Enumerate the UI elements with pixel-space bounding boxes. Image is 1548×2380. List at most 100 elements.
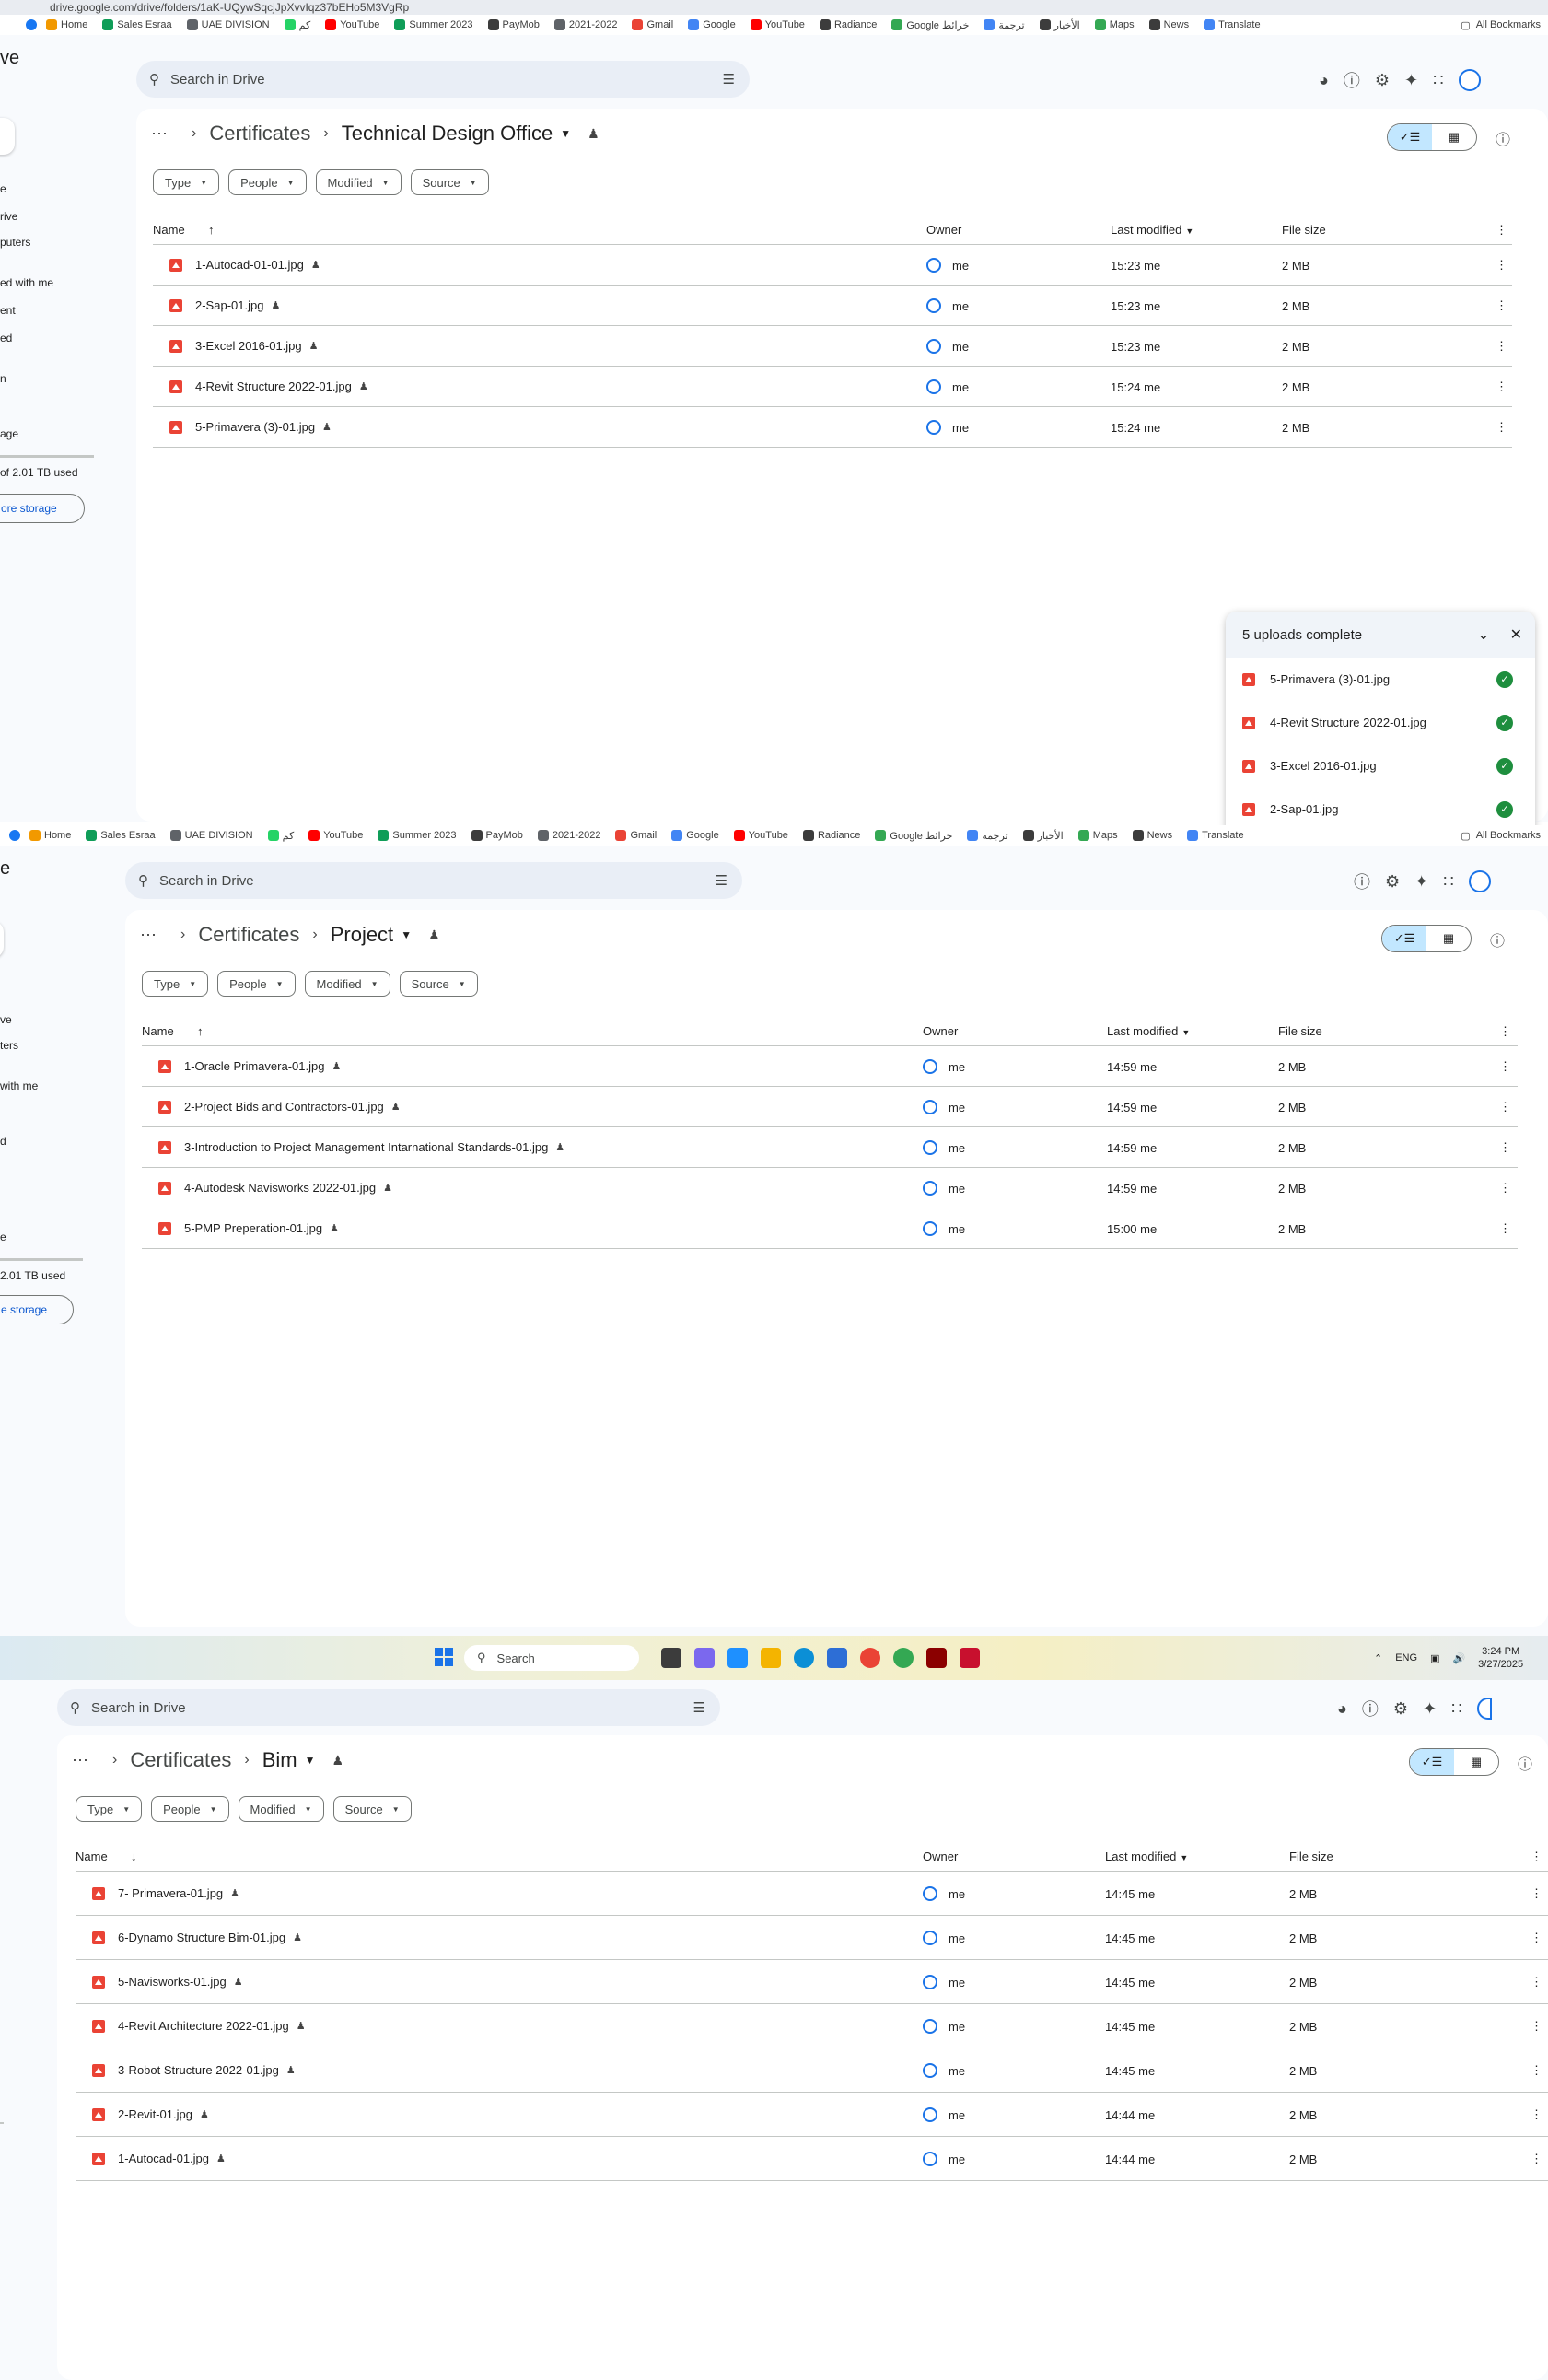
- table-row[interactable]: 2-Revit-01.jpg ♟ me 14:44 me 2 MB ⋮: [76, 2093, 1548, 2137]
- more-vert-icon[interactable]: ⋮: [1531, 1886, 1542, 1901]
- grid-view-icon[interactable]: ▦: [1426, 926, 1471, 951]
- file-name[interactable]: 7- Primavera-01.jpg: [118, 1886, 223, 1900]
- more-path-icon[interactable]: ⋯: [140, 926, 157, 945]
- column-header-name[interactable]: Name: [153, 223, 185, 237]
- bookmark-item[interactable]: 2021-2022: [553, 19, 617, 30]
- sidebar-item-drive[interactable]: rive: [0, 210, 17, 223]
- search-bar[interactable]: ⚲ Search in Drive ☰: [136, 61, 750, 98]
- table-row[interactable]: 2-Sap-01.jpg ♟ me 15:23 me 2 MB ⋮: [153, 286, 1512, 326]
- filter-options-icon[interactable]: ☰: [693, 1699, 705, 1716]
- arrow-down-icon[interactable]: ↓: [131, 1849, 137, 1863]
- bookmark-item[interactable]: News: [1148, 19, 1189, 30]
- filter-chip-modified[interactable]: Modified ▼: [315, 169, 402, 195]
- file-name[interactable]: 5-PMP Preperation-01.jpg: [184, 1221, 322, 1235]
- sidebar-item-bin[interactable]: n: [0, 372, 6, 385]
- file-name-cell[interactable]: 2-Revit-01.jpg ♟: [92, 2107, 209, 2121]
- file-name[interactable]: 1-Autocad-01.jpg: [118, 2152, 209, 2165]
- offline-status-icon[interactable]: ◕: [1337, 1699, 1347, 1719]
- bookmark-item[interactable]: YouTube: [733, 830, 788, 841]
- file-name[interactable]: 2-Revit-01.jpg: [118, 2107, 192, 2121]
- caret-down-icon[interactable]: ▼: [401, 928, 412, 941]
- table-row[interactable]: 5-Primavera (3)-01.jpg ♟ me 15:24 me 2 MB ⋮: [153, 407, 1512, 448]
- file-name[interactable]: 2-Sap-01.jpg: [195, 298, 263, 312]
- gemini-icon[interactable]: ✦: [1404, 71, 1418, 90]
- account-avatar[interactable]: [1458, 69, 1481, 91]
- language-indicator[interactable]: ENG: [1395, 1652, 1417, 1663]
- filter-options-icon[interactable]: ☰: [716, 872, 727, 889]
- file-name-cell[interactable]: 3-Excel 2016-01.jpg ♟: [169, 339, 319, 353]
- filter-chip-modified[interactable]: Modified ▼: [238, 1796, 324, 1822]
- filter-chip-people[interactable]: People ▼: [228, 169, 307, 195]
- sidebar-item-recent[interactable]: ent: [0, 304, 16, 317]
- upload-item[interactable]: 5-Primavera (3)-01.jpg ✓: [1226, 658, 1535, 701]
- more-vert-icon[interactable]: ⋮: [1499, 1024, 1511, 1039]
- file-name-cell[interactable]: 2-Sap-01.jpg ♟: [169, 298, 280, 312]
- search-input[interactable]: Search in Drive: [159, 873, 254, 889]
- file-name[interactable]: 2-Project Bids and Contractors-01.jpg: [184, 1100, 384, 1114]
- bookmark-item[interactable]: 2021-2022: [537, 830, 600, 841]
- file-name-cell[interactable]: 4-Revit Structure 2022-01.jpg ♟: [169, 379, 368, 393]
- file-name-cell[interactable]: 6-Dynamo Structure Bim-01.jpg ♟: [92, 1931, 302, 1944]
- apps-grid-icon[interactable]: ∷: [1443, 872, 1453, 892]
- file-name[interactable]: 4-Revit Architecture 2022-01.jpg: [118, 2019, 289, 2033]
- bookmark-item[interactable]: YouTube: [750, 19, 805, 30]
- file-name-cell[interactable]: 3-Robot Structure 2022-01.jpg ♟: [92, 2063, 296, 2077]
- filter-chip-people[interactable]: People ▼: [217, 971, 296, 997]
- all-bookmarks[interactable]: ▢ All Bookmarks: [1461, 19, 1541, 31]
- bookmark-item[interactable]: Google: [688, 19, 736, 30]
- bookmark-item[interactable]: الأخبار: [1039, 19, 1080, 31]
- more-path-icon[interactable]: ⋯: [151, 124, 168, 144]
- sidebar-item-drive[interactable]: ve: [0, 1013, 12, 1026]
- table-row[interactable]: 4-Revit Structure 2022-01.jpg ♟ me 15:24 me…: [153, 367, 1512, 407]
- column-header-owner[interactable]: Owner: [923, 1849, 958, 1863]
- file-name[interactable]: 1-Oracle Primavera-01.jpg: [184, 1059, 324, 1073]
- filter-chip-type[interactable]: Type ▼: [76, 1796, 143, 1822]
- bookmark-item[interactable]: Translate: [1204, 19, 1261, 30]
- settings-icon[interactable]: ⚙: [1375, 71, 1390, 90]
- file-name-cell[interactable]: 1-Autocad-01.jpg ♟: [92, 2152, 226, 2165]
- filter-chip-source[interactable]: Source ▼: [399, 971, 478, 997]
- breadcrumb-current[interactable]: Project: [331, 923, 393, 947]
- search-input[interactable]: Search in Drive: [91, 1700, 186, 1716]
- bookmark-item[interactable]: ترجمة: [984, 19, 1025, 31]
- edge-icon[interactable]: [794, 1648, 814, 1668]
- account-avatar[interactable]: [1476, 1698, 1492, 1720]
- file-name[interactable]: 5-Navisworks-01.jpg: [118, 1975, 227, 1989]
- bookmark-item[interactable]: News: [1132, 830, 1172, 841]
- gemini-icon[interactable]: ✦: [1414, 872, 1428, 892]
- more-vert-icon[interactable]: ⋮: [1496, 298, 1507, 313]
- bookmark-item[interactable]: Translate: [1187, 830, 1244, 841]
- more-vert-icon[interactable]: ⋮: [1531, 1849, 1542, 1864]
- get-storage-button[interactable]: ore storage: [0, 494, 85, 523]
- file-name-cell[interactable]: 1-Autocad-01-01.jpg ♟: [169, 258, 320, 272]
- more-vert-icon[interactable]: ⋮: [1531, 2063, 1542, 2078]
- table-row[interactable]: 1-Autocad-01-01.jpg ♟ me 15:23 me 2 MB ⋮: [153, 245, 1512, 286]
- sidebar-item-shared[interactable]: ed with me: [0, 276, 53, 289]
- table-row[interactable]: 5-PMP Preperation-01.jpg ♟ me 15:00 me 2 MB ⋮: [142, 1208, 1518, 1249]
- sidebar-item-storage[interactable]: age: [0, 427, 18, 440]
- bookmark-item[interactable]: ترجمة: [967, 830, 1008, 842]
- file-name[interactable]: 3-Excel 2016-01.jpg: [195, 339, 302, 353]
- arrow-up-icon[interactable]: ↑: [208, 223, 215, 237]
- grid-view-icon[interactable]: ▦: [1454, 1749, 1498, 1775]
- more-vert-icon[interactable]: ⋮: [1496, 223, 1507, 238]
- bookmark-item[interactable]: Home: [46, 19, 87, 30]
- filter-chip-people[interactable]: People ▼: [151, 1796, 229, 1822]
- bookmark-item[interactable]: Home: [29, 830, 71, 841]
- bookmark-item[interactable]: Maps: [1077, 830, 1118, 841]
- clock[interactable]: 3:24 PM 3/27/2025: [1478, 1645, 1523, 1671]
- bookmark-item[interactable]: كم: [284, 19, 310, 31]
- bookmark-item[interactable]: YouTube: [308, 830, 363, 841]
- more-vert-icon[interactable]: ⋮: [1499, 1181, 1511, 1196]
- bookmark-item[interactable]: YouTube: [325, 19, 379, 30]
- sidebar-item-starred[interactable]: d: [0, 1135, 6, 1148]
- sidebar-item-computers[interactable]: puters: [0, 236, 30, 249]
- info-icon[interactable]: ⓘ: [1518, 1752, 1532, 1774]
- caret-down-icon[interactable]: ▼: [560, 127, 571, 140]
- grid-view-icon[interactable]: ▦: [1432, 124, 1476, 150]
- file-name[interactable]: 5-Primavera (3)-01.jpg: [195, 420, 315, 434]
- info-icon[interactable]: ⓘ: [1490, 928, 1505, 951]
- table-row[interactable]: 4-Revit Architecture 2022-01.jpg ♟ me 14:45…: [76, 2004, 1548, 2048]
- caret-down-icon[interactable]: ▼: [305, 1754, 316, 1767]
- file-name[interactable]: 1-Autocad-01-01.jpg: [195, 258, 304, 272]
